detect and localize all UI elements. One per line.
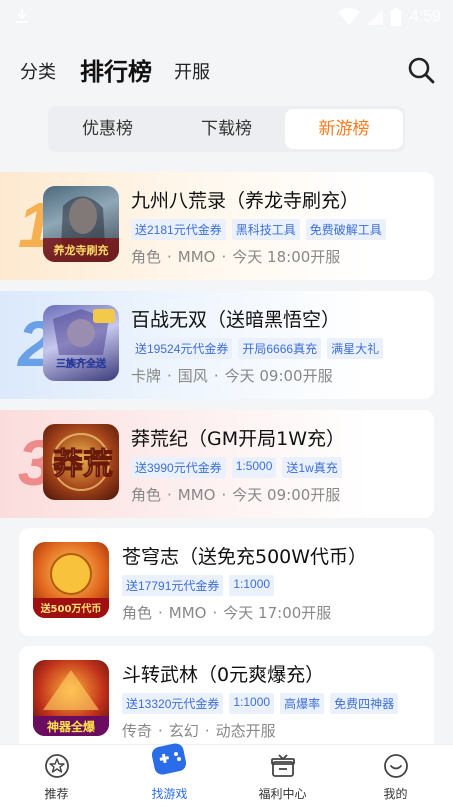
meta-genre: 角色 — [131, 248, 162, 266]
smile-icon — [384, 754, 408, 778]
tag: 1:1000 — [229, 693, 275, 714]
icon-caption: 莽荒 — [53, 447, 113, 482]
segment-download[interactable]: 下载榜 — [167, 106, 286, 152]
tag: 送19524元代金券 — [131, 338, 233, 359]
status-bar: 4:59 — [0, 0, 453, 34]
game-card-5[interactable]: 神器全爆 斗转武林（0元爽爆充） 送13320元代金券 1:1000 高爆率 免… — [19, 646, 434, 754]
search-icon[interactable] — [407, 56, 435, 84]
tag: 1:1000 — [229, 575, 275, 596]
tag-list: 送13320元代金券 1:1000 高爆率 免费四神器 — [122, 693, 399, 714]
tab-label: 福利中心 — [258, 787, 307, 801]
tag-list: 送3990元代金券 1:5000 送1w真充 — [131, 457, 342, 478]
game-meta: 角色 · MMO · 今天 17:00开服 — [122, 604, 332, 622]
tag: 高爆率 — [280, 693, 325, 714]
game-icon[interactable]: 送500万代币 — [33, 542, 109, 618]
game-meta: 卡牌 · 国风 · 今天 09:00开服 — [131, 367, 333, 385]
game-icon[interactable]: 神器全爆 — [33, 660, 109, 736]
game-card-2[interactable]: 2 三族齐全送 百战无双（送暗黑悟空） 送19524元代金券 开局6666真充 … — [0, 291, 434, 399]
tab-ranking[interactable]: 排行榜 — [80, 52, 152, 87]
tag: 满星大礼 — [327, 338, 384, 359]
game-icon[interactable]: 莽荒 — [43, 424, 119, 500]
tag: 送1w真充 — [282, 457, 342, 478]
meta-type: 国风 — [177, 367, 208, 385]
game-title: 斗转武林（0元爽爆充） — [122, 664, 325, 686]
top-nav: 分类 排行榜 开服 — [0, 44, 453, 96]
icon-caption: 神器全爆 — [47, 719, 96, 734]
gift-icon — [271, 754, 295, 777]
icon-caption: 送500万代币 — [40, 602, 102, 615]
meta-open-time: 今天 09:00开服 — [232, 486, 341, 504]
meta-open-time: 动态开服 — [215, 722, 276, 740]
status-time: 4:59 — [409, 8, 441, 25]
meta-genre: 角色 — [131, 486, 162, 504]
game-title: 莽荒纪（GM开局1W充） — [131, 428, 345, 450]
game-title: 百战无双（送暗黑悟空） — [131, 309, 341, 331]
game-meta: 角色 · MMO · 今天 18:00开服 — [131, 248, 341, 266]
tag-list: 送17791元代金券 1:1000 — [122, 575, 275, 596]
icon-caption: 养龙寺刷充 — [53, 243, 109, 257]
tag: 送13320元代金券 — [122, 693, 224, 714]
tag: 免费破解工具 — [305, 219, 386, 240]
tab-label: 推荐 — [44, 787, 69, 801]
segment-discount[interactable]: 优惠榜 — [48, 106, 167, 152]
tag: 送17791元代金券 — [122, 575, 224, 596]
meta-genre: 角色 — [122, 604, 153, 622]
meta-genre: 传奇 — [122, 722, 153, 740]
segment-new-games[interactable]: 新游榜 — [285, 109, 403, 149]
game-meta: 传奇 · 玄幻 · 动态开服 — [122, 722, 276, 740]
game-card-4[interactable]: 送500万代币 苍穹志（送免充500W代币） 送17791元代金券 1:1000… — [19, 528, 434, 636]
gamepad-icon — [151, 743, 187, 775]
game-meta: 角色 · MMO · 今天 09:00开服 — [131, 486, 341, 504]
tag: 送2181元代金券 — [131, 219, 226, 240]
wifi-icon — [337, 8, 360, 25]
tag: 黑科技工具 — [231, 219, 300, 240]
download-icon — [16, 9, 28, 23]
meta-open-time: 今天 17:00开服 — [223, 604, 332, 622]
tag: 1:5000 — [231, 457, 277, 478]
tab-label: 找游戏 — [151, 787, 188, 801]
tag-list: 送19524元代金券 开局6666真充 满星大礼 — [131, 338, 384, 359]
icon-caption: 三族齐全送 — [56, 357, 107, 370]
meta-type: MMO — [168, 604, 207, 622]
tag: 开局6666真充 — [238, 338, 322, 359]
battery-icon — [390, 8, 401, 26]
meta-type: 玄幻 — [168, 722, 199, 740]
tab-mine[interactable]: 我的 — [339, 745, 452, 807]
meta-open-time: 今天 18:00开服 — [232, 248, 341, 266]
meta-type: MMO — [177, 486, 216, 504]
game-icon[interactable]: 养龙寺刷充 — [43, 186, 119, 262]
tab-label: 我的 — [383, 787, 408, 801]
tab-server-open[interactable]: 开服 — [174, 58, 210, 84]
meta-type: MMO — [177, 248, 216, 266]
tag: 送3990元代金券 — [131, 457, 226, 478]
tab-recommend[interactable]: 推荐 — [0, 745, 113, 807]
meta-genre: 卡牌 — [131, 367, 162, 385]
signal-icon — [366, 9, 383, 25]
star-icon — [45, 754, 69, 778]
tab-welfare-center[interactable]: 福利中心 — [226, 745, 339, 807]
tag: 免费四神器 — [330, 693, 399, 714]
tab-find-games[interactable]: 找游戏 — [113, 743, 226, 807]
game-icon[interactable]: 三族齐全送 — [43, 305, 119, 381]
game-title: 苍穹志（送免充500W代币） — [122, 546, 368, 568]
tag-list: 送2181元代金券 黑科技工具 免费破解工具 — [131, 219, 386, 240]
game-title: 九州八荒录（养龙寺刷充） — [131, 190, 360, 212]
game-card-1[interactable]: 1 养龙寺刷充 九州八荒录（养龙寺刷充） 送2181元代金券 黑科技工具 免费破… — [0, 172, 434, 280]
ranking-segment: 优惠榜 下载榜 新游榜 — [48, 106, 405, 152]
meta-open-time: 今天 09:00开服 — [224, 367, 333, 385]
bottom-tab-bar: 推荐 找游戏 福利中心 我的 — [0, 743, 453, 807]
tab-category[interactable]: 分类 — [20, 58, 56, 84]
game-card-3[interactable]: 3 莽荒 莽荒纪（GM开局1W充） 送3990元代金券 1:5000 送1w真充… — [0, 410, 434, 518]
